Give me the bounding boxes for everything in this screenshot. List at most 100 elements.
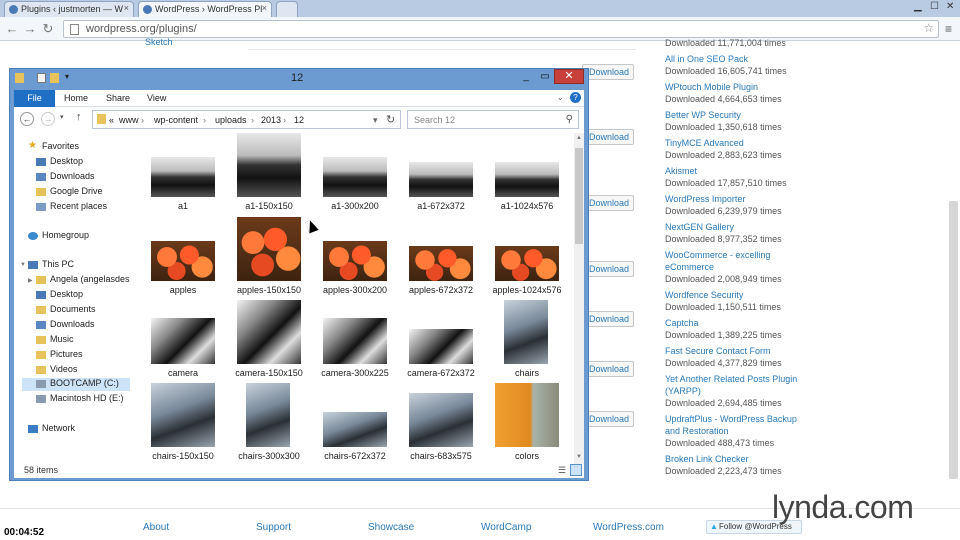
plugin-link[interactable]: Captcha [665,317,805,329]
plugin-link[interactable]: All in One SEO Pack [665,53,805,65]
expand-icon[interactable]: ▼ [20,262,26,268]
file-item[interactable]: chairs-300x300 [226,383,312,464]
nav-pictures[interactable]: Pictures [36,349,128,362]
download-button[interactable]: Download [582,361,634,377]
refresh-icon[interactable]: ↻ [386,113,395,126]
search-input[interactable]: Search 12 ⚲ [407,110,579,129]
plugin-link[interactable]: WPtouch Mobile Plugin [665,81,805,93]
plugin-link[interactable]: UpdraftPlus - WordPress Backup and Resto… [665,413,805,437]
maximize-icon[interactable]: ☐ [930,1,939,12]
breadcrumb-12[interactable]: 12 [294,115,304,125]
footer-link-support[interactable]: Support [256,522,291,533]
download-button[interactable]: Download [582,411,634,427]
footer-link-wordcamp[interactable]: WordCamp [481,522,531,533]
forward-arrow-icon[interactable]: → [41,112,55,126]
up-arrow-icon[interactable]: ↑ [76,111,82,123]
file-item[interactable]: colors [484,383,570,464]
close-tab-icon[interactable]: × [124,3,129,13]
bookmark-star-icon[interactable]: ☆ [923,21,934,35]
nav-music[interactable]: Music [36,334,128,347]
nav-favorites[interactable]: ★ Favorites [28,140,128,154]
close-window-icon[interactable]: ✕ [946,1,954,12]
recent-locations-icon[interactable]: ▾ [60,113,64,121]
reload-icon[interactable]: ↻ [40,21,56,37]
nav-videos[interactable]: Videos [36,364,128,377]
nav-network[interactable]: Network [28,423,128,436]
chevron-right-icon[interactable]: › [251,115,254,125]
download-button[interactable]: Download [582,311,634,327]
file-item[interactable]: a1 [140,133,226,215]
footer-link-about[interactable]: About [143,522,169,533]
expand-ribbon-icon[interactable]: ⌄ [557,93,564,102]
dropdown-icon[interactable]: ▾ [373,115,378,126]
nav-this-pc[interactable]: This PC [28,259,128,272]
breadcrumb-2013[interactable]: 2013 [261,115,281,125]
file-item[interactable]: apples-300x200 [312,217,398,299]
plugin-link[interactable]: Better WP Security [665,109,805,121]
plugin-link[interactable]: Fast Secure Contact Form [665,345,805,357]
file-item[interactable]: a1-1024x576 [484,133,570,215]
nav-desktop[interactable]: Desktop [36,156,128,169]
close-window-icon[interactable]: ✕ [554,69,584,84]
file-item[interactable]: apples-672x372 [398,217,484,299]
nav-pc-desktop[interactable]: Desktop [36,289,128,302]
plugin-link[interactable]: Yet Another Related Posts Plugin (YARPP) [665,373,805,397]
file-item[interactable]: apples-1024x576 [484,217,570,299]
footer-link-showcase[interactable]: Showcase [368,522,414,533]
file-grid-scrollbar[interactable]: ▲ ▼ [574,133,584,464]
tab-file[interactable]: File [14,90,55,107]
nav-pc-downloads[interactable]: Downloads [36,319,128,332]
explorer-titlebar[interactable]: ▾ 12 _ ▭ ✕ [10,69,588,88]
plugin-link[interactable]: Wordfence Security [665,289,805,301]
nav-macintosh-drive[interactable]: Macintosh HD (E:) [36,393,130,406]
close-tab-icon[interactable]: × [262,3,267,13]
footer-link-wordpress-com[interactable]: WordPress.com [593,522,664,533]
details-view-icon[interactable]: ☰ [558,465,566,476]
breadcrumb-wp-content[interactable]: wp-content [154,115,198,125]
file-item[interactable]: a1-672x372 [398,133,484,215]
tab-view[interactable]: View [147,93,166,103]
nav-google-drive[interactable]: Google Drive [36,186,128,199]
plugin-link[interactable]: Broken Link Checker [665,453,805,465]
breadcrumb-uploads[interactable]: uploads [215,115,247,125]
plugin-link[interactable]: TinyMCE Advanced [665,137,805,149]
nav-homegroup[interactable]: Homegroup [28,230,128,243]
breadcrumb-www[interactable]: www [119,115,139,125]
nav-downloads[interactable]: Downloads [36,171,128,184]
help-icon[interactable]: ? [570,92,581,103]
back-arrow-icon[interactable]: ← [4,21,20,37]
tab-share[interactable]: Share [106,93,130,103]
page-scrollbar[interactable] [949,201,958,479]
browser-tab-plugins[interactable]: Plugins ‹ justmorten — W × [4,1,134,17]
nav-bootcamp-drive[interactable]: BOOTCAMP (C:) [22,378,130,391]
file-item[interactable]: apples-150x150 [226,217,312,299]
download-button[interactable]: Download [582,129,634,145]
tab-home[interactable]: Home [64,93,88,103]
file-item[interactable]: a1-300x200 [312,133,398,215]
file-item[interactable]: chairs [484,300,570,382]
overflow-icon[interactable]: « [109,115,114,125]
plugin-link[interactable]: NextGEN Gallery [665,221,805,233]
download-button[interactable]: Download [582,195,634,211]
partial-plugin-link[interactable]: Sketch [145,37,173,47]
minimize-icon[interactable]: ▁ [914,1,922,12]
large-icons-view-icon[interactable] [570,464,582,476]
file-item[interactable]: a1-150x150 [226,133,312,215]
file-item[interactable]: apples [140,217,226,299]
forward-arrow-icon[interactable]: → [22,21,38,37]
back-arrow-icon[interactable]: ← [20,112,34,126]
new-folder-icon[interactable] [50,73,59,83]
scroll-up-icon[interactable]: ▲ [576,135,582,141]
file-item[interactable]: camera-300x225 [312,300,398,382]
file-item[interactable]: camera [140,300,226,382]
chevron-right-icon[interactable]: › [203,115,206,125]
file-item[interactable]: chairs-672x372 [312,383,398,464]
nav-user-folder[interactable]: Angela (angelasdesk [36,274,130,287]
collapse-icon[interactable]: ▶ [28,277,33,284]
chevron-right-icon[interactable]: › [141,115,144,125]
menu-icon[interactable]: ≡ [945,22,952,36]
plugin-link[interactable]: WordPress Importer [665,193,805,205]
download-button[interactable]: Download [582,261,634,277]
address-bar[interactable]: « www › wp-content › uploads › 2013 › 12… [92,110,401,129]
scrollbar-thumb[interactable] [575,148,583,244]
